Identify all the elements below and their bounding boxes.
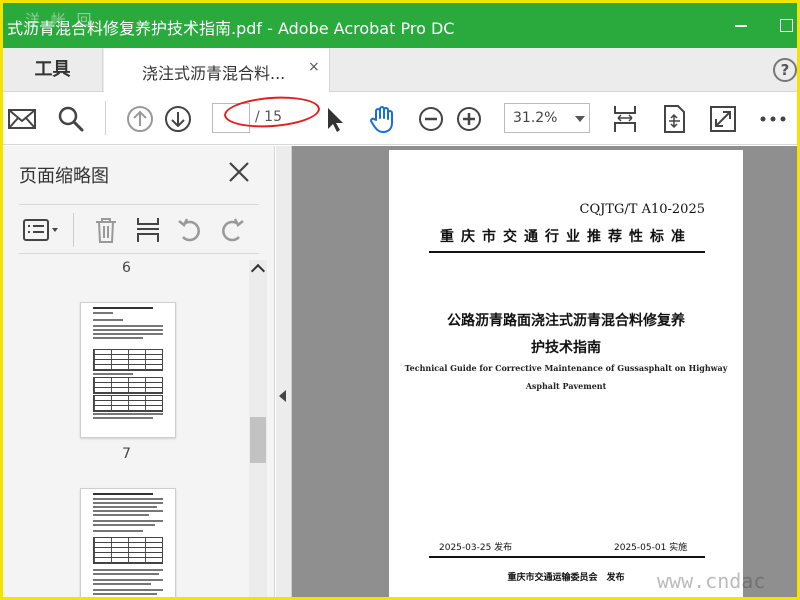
thumb-text-line bbox=[93, 530, 143, 532]
rotate-right-icon[interactable] bbox=[217, 215, 247, 245]
footer-rule bbox=[429, 556, 705, 558]
thumb-text-line bbox=[93, 569, 163, 571]
more-icon[interactable] bbox=[757, 103, 789, 135]
tab-close-icon[interactable]: × bbox=[308, 59, 320, 75]
header-rule bbox=[429, 251, 705, 253]
standard-org: 重庆市交通行业推荐性标准 bbox=[440, 229, 692, 245]
thumb-table bbox=[93, 395, 163, 412]
scrollbar-thumb[interactable] bbox=[250, 417, 266, 463]
zoom-in-icon[interactable] bbox=[453, 103, 485, 135]
thumbnail-list: 6 7 bbox=[3, 256, 265, 597]
thumbnail-pane: 页面缩略图 6 7 bbox=[3, 146, 275, 597]
thumb-text-line bbox=[93, 373, 133, 375]
title-en-line2: Asphalt Pavement bbox=[525, 381, 607, 391]
thumb-text-line bbox=[93, 312, 113, 314]
zoom-select[interactable]: 31.2% bbox=[504, 103, 590, 133]
minimize-button[interactable] bbox=[731, 14, 753, 36]
search-icon[interactable] bbox=[55, 103, 87, 135]
tab-document-label: 浇注式沥青混合料... bbox=[142, 64, 286, 83]
select-cursor-icon[interactable] bbox=[319, 103, 351, 135]
document-viewer[interactable]: CQJTG/T A10-2025 重庆市交通行业推荐性标准 公路沥青路面浇注式沥… bbox=[292, 146, 797, 597]
thumbnail-scrollbar[interactable] bbox=[249, 260, 267, 597]
rotate-left-icon[interactable] bbox=[175, 215, 205, 245]
page-thumbnail[interactable] bbox=[80, 488, 176, 597]
thumbnail-pane-title: 页面缩略图 bbox=[19, 166, 109, 187]
chevron-up-icon[interactable] bbox=[250, 263, 266, 279]
chevron-down-icon bbox=[575, 116, 585, 122]
thumbnail-page-label: 7 bbox=[122, 446, 131, 462]
thumb-text-line bbox=[93, 493, 153, 495]
thumb-text-line bbox=[93, 333, 163, 335]
title-zh-line1: 公路沥青路面浇注式沥青混合料修复养 bbox=[447, 313, 685, 329]
help-icon[interactable]: ? bbox=[773, 58, 797, 82]
close-icon[interactable] bbox=[227, 160, 251, 184]
thumb-text-line bbox=[93, 506, 157, 508]
thumb-text-line bbox=[93, 579, 163, 581]
thumb-text-line bbox=[93, 413, 163, 415]
thumbnail-page-label: 6 bbox=[122, 260, 131, 276]
thumb-text-line bbox=[93, 329, 163, 331]
fit-page-icon[interactable] bbox=[609, 103, 641, 135]
thumb-text-line bbox=[93, 583, 151, 585]
issue-date: 2025-03-25 发布 bbox=[439, 543, 513, 553]
thumb-text-line bbox=[93, 337, 143, 339]
thumb-text-line bbox=[93, 593, 157, 595]
thumb-text-line bbox=[93, 325, 163, 327]
tab-document[interactable]: 浇注式沥青混合料... × bbox=[104, 48, 330, 92]
tab-tools[interactable]: 工具 bbox=[3, 48, 103, 92]
zoom-out-icon[interactable] bbox=[415, 103, 447, 135]
window-frame: 式沥青混合料修复养护技术指南.pdf - Adobe Acrobat Pro D… bbox=[0, 0, 800, 600]
site-watermark: www.cndac bbox=[657, 569, 766, 593]
zoom-value: 31.2% bbox=[513, 110, 558, 126]
thumb-text-line bbox=[93, 524, 155, 526]
standard-code: CQJTG/T A10-2025 bbox=[579, 202, 705, 217]
main-toolbar: / 15 31.2% bbox=[3, 93, 797, 145]
thumbnail-toolbar bbox=[19, 204, 259, 254]
effective-date: 2025-05-01 实施 bbox=[614, 543, 688, 553]
title-en-line1: Technical Guide for Corrective Maintenan… bbox=[404, 363, 728, 373]
thumb-text-line bbox=[93, 514, 149, 516]
red-annotation-circle bbox=[223, 93, 321, 131]
thumb-text-line bbox=[93, 520, 163, 522]
mail-icon[interactable] bbox=[6, 103, 38, 135]
title-watermark: 洋 帐 回 bbox=[25, 11, 95, 29]
thumb-text-line bbox=[93, 498, 163, 500]
maximize-button[interactable] bbox=[775, 14, 797, 36]
thumb-text-line bbox=[93, 589, 163, 591]
pane-collapse-handle[interactable] bbox=[276, 146, 292, 597]
title-bar: 式沥青混合料修复养护技术指南.pdf - Adobe Acrobat Pro D… bbox=[3, 3, 797, 48]
pdf-page: CQJTG/T A10-2025 重庆市交通行业推荐性标准 公路沥青路面浇注式沥… bbox=[389, 150, 743, 597]
full-screen-icon[interactable] bbox=[707, 103, 739, 135]
trash-icon[interactable] bbox=[91, 215, 121, 245]
collapse-arrow-icon bbox=[279, 390, 286, 402]
thumb-table bbox=[93, 537, 163, 564]
hand-tool-icon[interactable] bbox=[366, 103, 398, 135]
page-thumbnail[interactable] bbox=[80, 302, 176, 438]
thumb-text-line bbox=[93, 502, 163, 504]
thumb-text-line bbox=[93, 319, 123, 321]
tab-bar: 工具 浇注式沥青混合料... × ? bbox=[3, 48, 797, 92]
thumb-text-line bbox=[93, 573, 159, 575]
thumb-table bbox=[93, 377, 163, 394]
title-zh-line2: 护技术指南 bbox=[531, 340, 601, 356]
thumbnail-toolbar-divider bbox=[73, 213, 74, 247]
thumb-text-line bbox=[93, 510, 163, 512]
insert-page-icon[interactable] bbox=[133, 215, 163, 245]
thumb-table bbox=[93, 349, 163, 371]
toolbar-divider bbox=[105, 101, 106, 135]
thumbnail-options-icon[interactable] bbox=[21, 215, 61, 245]
page-up-icon[interactable] bbox=[124, 103, 156, 135]
thumb-text-line bbox=[93, 417, 153, 419]
page-down-icon[interactable] bbox=[162, 103, 194, 135]
rotate-view-icon[interactable] bbox=[658, 103, 690, 135]
thumb-text-line bbox=[93, 307, 153, 309]
